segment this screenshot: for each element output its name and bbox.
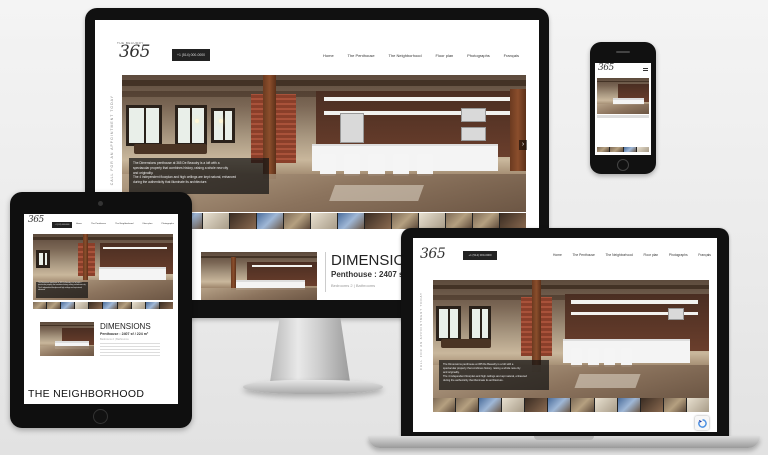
nav-floorplan[interactable]: Floor plan	[644, 253, 659, 257]
tablet-thumbnail-strip[interactable]	[33, 302, 173, 309]
smartphone: 365	[590, 42, 656, 174]
phone-number-box[interactable]: +1 (514) 000-0000	[172, 49, 210, 61]
laptop: 365 +1 (514) 000-0000 Home The Penthouse…	[401, 228, 729, 436]
site-logo[interactable]: 365	[598, 63, 614, 73]
laptop-hero-caption: The Dimensions penthouse at 365 De Beaud…	[439, 360, 549, 390]
section-divider	[325, 252, 326, 292]
tablet-nav: Home The Penthouse The Neighborhood Floo…	[76, 223, 174, 225]
nav-penthouse[interactable]: The Penthouse	[572, 253, 594, 257]
tablet-dimensions-photo	[40, 322, 94, 356]
main-nav: Home The Penthouse The Neighborhood Floo…	[323, 53, 519, 58]
nav-penthouse[interactable]: The Penthouse	[91, 223, 106, 225]
dimensions-photo	[201, 252, 317, 300]
slider-next-arrow[interactable]: ›	[519, 140, 527, 150]
laptop-opening-notch	[534, 436, 594, 440]
phone-divider	[597, 115, 649, 118]
phone-thumbnail-strip[interactable]	[597, 147, 649, 152]
nav-home[interactable]: Home	[76, 223, 82, 225]
hamburger-menu-icon[interactable]	[643, 68, 648, 71]
nav-home[interactable]: Home	[553, 253, 562, 257]
tablet-camera	[98, 201, 103, 206]
laptop-nav: Home The Penthouse The Neighborhood Floo…	[553, 253, 711, 257]
nav-language[interactable]: Français	[698, 253, 711, 257]
nav-floorplan[interactable]: Floor plan	[143, 223, 153, 225]
tablet-dimensions-details: Bedrooms 2 | Bathrooms	[100, 338, 129, 341]
site-logo[interactable]: 365	[28, 215, 44, 225]
nav-penthouse[interactable]: The Penthouse	[348, 53, 375, 58]
nav-photographs[interactable]: Photographs	[467, 53, 490, 58]
neighborhood-title: THE NEIGHBORHOOD	[28, 388, 145, 400]
nav-photographs[interactable]: Photographs	[162, 223, 174, 225]
tablet-home-button[interactable]	[93, 409, 108, 424]
tablet-dimensions-subtitle: Penthouse : 2407 sf / 224 m²	[100, 332, 149, 336]
nav-language[interactable]: Français	[504, 53, 519, 58]
tablet-dimensions-text-block	[100, 343, 160, 357]
phone-speaker	[616, 51, 630, 53]
laptop-screen: 365 +1 (514) 000-0000 Home The Penthouse…	[413, 238, 717, 432]
tablet: 365 +1 (514) 000-0000 Home The Penthouse…	[10, 192, 192, 428]
recaptcha-icon	[697, 418, 707, 428]
phone-number-box[interactable]: +1 (514) 000-0000	[463, 251, 497, 260]
nav-photographs[interactable]: Photographs	[669, 253, 688, 257]
nav-home[interactable]: Home	[323, 53, 334, 58]
dimensions-details: Bedrooms 2 | Bathrooms	[331, 283, 376, 288]
monitor-stand	[270, 318, 350, 382]
caption-line: during the authenticity that illuminate …	[133, 180, 208, 185]
site-logo[interactable]: 365	[119, 42, 150, 62]
phone-number-box[interactable]: +1 (514) 000-0000	[52, 222, 72, 228]
vertical-cta: CALL FOR AN APPOINTMENT TODAY	[419, 292, 423, 370]
caption-line: during the authenticity that illuminate …	[443, 378, 504, 382]
nav-floorplan[interactable]: Floor plan	[435, 53, 453, 58]
hero-caption: The Dimensions penthouse at 365 De Beaud…	[129, 158, 269, 194]
site-logo[interactable]: 365	[420, 246, 446, 262]
nav-neighborhood[interactable]: The Neighborhood	[389, 53, 422, 58]
monitor-base	[243, 380, 383, 394]
laptop-thumbnail-strip[interactable]	[433, 398, 709, 412]
vertical-cta: CALL FOR AN APPOINTMENT TODAY	[110, 95, 114, 186]
recaptcha-badge[interactable]	[695, 416, 709, 430]
nav-neighborhood[interactable]: The Neighborhood	[115, 223, 133, 225]
phone-screen: 365	[595, 63, 651, 155]
nav-neighborhood[interactable]: The Neighborhood	[606, 253, 633, 257]
phone-home-button[interactable]	[617, 159, 629, 171]
phone-hero-photo	[597, 78, 649, 114]
tablet-dimensions-title: DIMENSIONS	[100, 322, 151, 331]
caption-line: The 4 independent floorplan and high cei…	[38, 287, 83, 292]
tablet-hero-caption: The Dimensions penthouse at 365 De Beaud…	[36, 282, 88, 298]
tablet-screen: 365 +1 (514) 000-0000 Home The Penthouse…	[24, 214, 178, 404]
